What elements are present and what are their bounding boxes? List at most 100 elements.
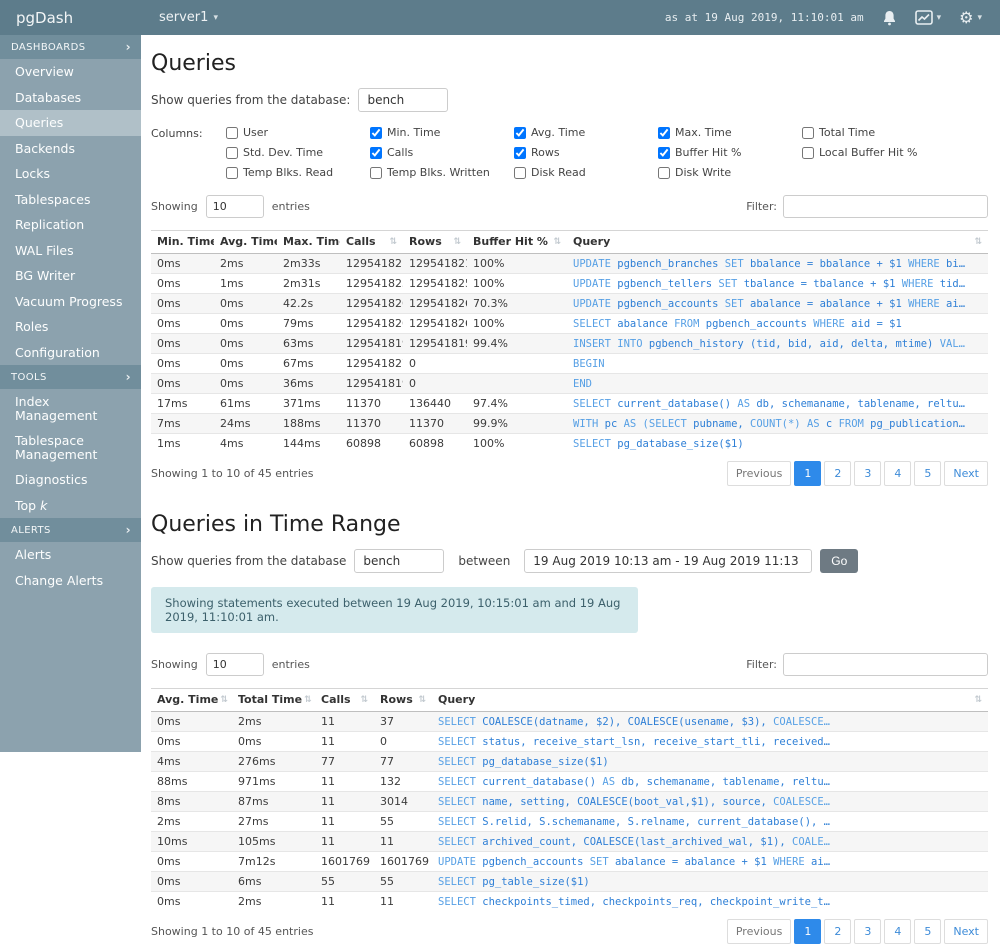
column-header-calls[interactable]: Calls ⇅: [340, 230, 403, 254]
sidebar-item-bg-writer[interactable]: BG Writer: [0, 263, 141, 289]
go-button[interactable]: Go: [820, 549, 859, 573]
checkbox-max-time[interactable]: [658, 126, 670, 139]
pagination-page-1[interactable]: 1: [794, 461, 822, 486]
pagination-page-3[interactable]: 3: [854, 919, 882, 944]
sidebar-item-roles[interactable]: Roles: [0, 314, 141, 340]
checkbox-disk-write[interactable]: [658, 166, 670, 179]
sidebar-section-alerts[interactable]: ALERTS ›: [0, 518, 141, 542]
column-toggle-temp-blks-written[interactable]: Temp Blks. Written: [370, 166, 514, 179]
pagination-page-5[interactable]: 5: [914, 919, 942, 944]
column-header-avg-time[interactable]: Avg. Time⇅: [214, 230, 277, 254]
column-toggle-buffer-hit[interactable]: Buffer Hit %: [658, 146, 802, 159]
pagination-page-4[interactable]: 4: [884, 919, 912, 944]
column-toggle-total-time[interactable]: Total Time: [802, 126, 946, 139]
column-toggle-max-time[interactable]: Max. Time: [658, 126, 802, 139]
pagination-page-4[interactable]: 4: [884, 461, 912, 486]
sidebar-item-databases[interactable]: Databases: [0, 85, 141, 111]
sidebar-item-alerts[interactable]: Alerts: [0, 542, 141, 568]
database-input-timerange[interactable]: [354, 549, 445, 573]
sidebar-item-change-alerts[interactable]: Change Alerts: [0, 568, 141, 594]
charts-menu-button[interactable]: ▾: [914, 10, 941, 25]
column-header-query[interactable]: Query ⇅: [567, 230, 988, 254]
column-toggle-std-dev-time[interactable]: Std. Dev. Time: [226, 146, 370, 159]
column-header-buffer-hit[interactable]: Buffer Hit % ⇅: [467, 230, 567, 254]
column-header-avg-time[interactable]: Avg. Time⇅: [151, 688, 232, 712]
sidebar-item-backends[interactable]: Backends: [0, 136, 141, 162]
entries-count-input-timerange[interactable]: [205, 653, 264, 676]
query-cell[interactable]: SELECT COALESCE(datname, $2), COALESCE(u…: [432, 712, 988, 732]
pagination-page-2[interactable]: 2: [824, 461, 852, 486]
column-toggle-user[interactable]: User: [226, 126, 370, 139]
pagination-next-button[interactable]: Next: [944, 461, 988, 486]
query-cell[interactable]: INSERT INTO pgbench_history (tid, bid, a…: [567, 333, 988, 354]
query-cell[interactable]: SELECT pg_database_size($1): [432, 751, 988, 772]
app-logo[interactable]: pgDash: [0, 9, 141, 27]
query-cell[interactable]: SELECT pg_database_size($1): [567, 433, 988, 453]
query-cell[interactable]: WITH pc AS (SELECT pubname, COUNT(*) AS …: [567, 413, 988, 434]
column-header-calls[interactable]: Calls ⇅: [315, 688, 374, 712]
sidebar-section-tools[interactable]: TOOLS ›: [0, 365, 141, 389]
sidebar-section-dashboards[interactable]: DASHBOARDS ›: [0, 35, 141, 59]
query-cell[interactable]: SELECT checkpoints_timed, checkpoints_re…: [432, 891, 988, 911]
query-cell[interactable]: SELECT status, receive_start_lsn, receiv…: [432, 731, 988, 752]
query-cell[interactable]: UPDATE pgbench_branches SET bbalance = b…: [567, 254, 988, 274]
checkbox-disk-read[interactable]: [514, 166, 526, 179]
sidebar-item-tablespace-management[interactable]: Tablespace Management: [0, 428, 141, 467]
column-toggle-rows[interactable]: Rows: [514, 146, 658, 159]
sidebar-item-overview[interactable]: Overview: [0, 59, 141, 85]
server-selector-dropdown[interactable]: server1 ▾: [159, 10, 218, 25]
column-header-max-time[interactable]: Max. Time⇅: [277, 230, 340, 254]
checkbox-min-time[interactable]: [370, 126, 382, 139]
checkbox-buffer-hit[interactable]: [658, 146, 670, 159]
checkbox-temp-blks-read[interactable]: [226, 166, 238, 179]
column-toggle-avg-time[interactable]: Avg. Time: [514, 126, 658, 139]
checkbox-total-time[interactable]: [802, 126, 814, 139]
sidebar-item-configuration[interactable]: Configuration: [0, 340, 141, 366]
filter-input-timerange[interactable]: [783, 653, 988, 676]
query-cell[interactable]: SELECT abalance FROM pgbench_accounts WH…: [567, 313, 988, 334]
column-toggle-temp-blks-read[interactable]: Temp Blks. Read: [226, 166, 370, 179]
sidebar-item-tablespaces[interactable]: Tablespaces: [0, 187, 141, 213]
settings-menu-button[interactable]: ⚙ ▾: [959, 9, 982, 26]
column-header-rows[interactable]: Rows ⇅: [403, 230, 467, 254]
database-input[interactable]: [358, 88, 449, 112]
sidebar-item-index-management[interactable]: Index Management: [0, 389, 141, 428]
checkbox-user[interactable]: [226, 126, 238, 139]
checkbox-avg-time[interactable]: [514, 126, 526, 139]
sidebar-item-queries[interactable]: Queries: [0, 110, 141, 136]
sidebar-item-vacuum-progress[interactable]: Vacuum Progress: [0, 289, 141, 315]
time-range-input[interactable]: [524, 549, 813, 573]
sidebar-item-diagnostics[interactable]: Diagnostics: [0, 467, 141, 493]
checkbox-calls[interactable]: [370, 146, 382, 159]
query-cell[interactable]: SELECT current_database() AS db, scheman…: [432, 771, 988, 792]
column-toggle-disk-read[interactable]: Disk Read: [514, 166, 658, 179]
query-cell[interactable]: SELECT archived_count, COALESCE(last_arc…: [432, 831, 988, 852]
column-header-rows[interactable]: Rows ⇅: [374, 688, 432, 712]
column-toggle-calls[interactable]: Calls: [370, 146, 514, 159]
checkbox-local-buffer-hit[interactable]: [802, 146, 814, 159]
filter-input[interactable]: [783, 195, 988, 218]
query-cell[interactable]: UPDATE pgbench_accounts SET abalance = a…: [567, 293, 988, 314]
pagination-next-button[interactable]: Next: [944, 919, 988, 944]
query-cell[interactable]: UPDATE pgbench_accounts SET abalance = a…: [432, 851, 988, 872]
query-cell[interactable]: SELECT S.relid, S.schemaname, S.relname,…: [432, 811, 988, 832]
entries-count-input[interactable]: [205, 195, 264, 218]
sidebar-item-locks[interactable]: Locks: [0, 161, 141, 187]
query-cell[interactable]: SELECT name, setting, COALESCE(boot_val,…: [432, 791, 988, 812]
column-header-total-time[interactable]: Total Time ⇅: [232, 688, 315, 712]
pagination-previous-button[interactable]: Previous: [726, 461, 792, 486]
checkbox-temp-blks-written[interactable]: [370, 166, 382, 179]
pagination-page-3[interactable]: 3: [854, 461, 882, 486]
column-toggle-local-buffer-hit[interactable]: Local Buffer Hit %: [802, 146, 946, 159]
checkbox-rows[interactable]: [514, 146, 526, 159]
pagination-page-1[interactable]: 1: [794, 919, 822, 944]
sidebar-item-wal-files[interactable]: WAL Files: [0, 238, 141, 264]
sidebar-item-top-k[interactable]: Top k: [0, 493, 141, 519]
sidebar-item-replication[interactable]: Replication: [0, 212, 141, 238]
query-cell[interactable]: END: [567, 373, 988, 394]
query-cell[interactable]: BEGIN: [567, 353, 988, 374]
notifications-bell-button[interactable]: [882, 10, 897, 26]
pagination-previous-button[interactable]: Previous: [726, 919, 792, 944]
query-cell[interactable]: SELECT pg_table_size($1): [432, 871, 988, 892]
query-cell[interactable]: UPDATE pgbench_tellers SET tbalance = tb…: [567, 273, 988, 294]
